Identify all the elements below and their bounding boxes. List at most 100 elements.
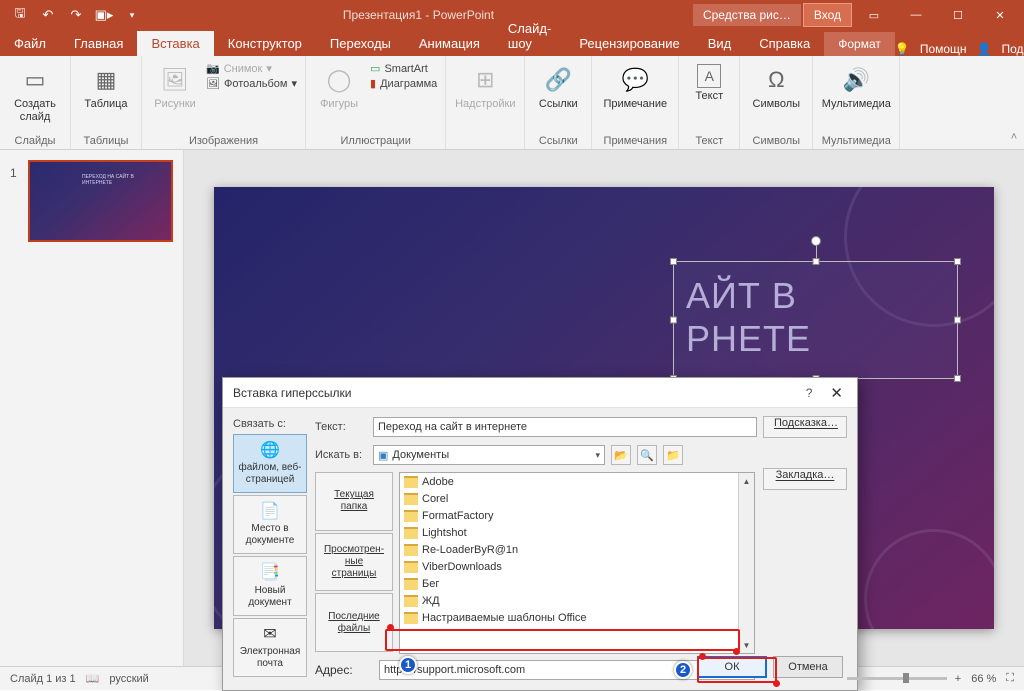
close-icon[interactable]: ✕ bbox=[980, 0, 1020, 30]
selected-textbox[interactable]: АЙТ В РНЕТЕ bbox=[673, 261, 958, 379]
comment-button[interactable]: 💬 Примечание bbox=[600, 60, 670, 111]
file-row[interactable]: ЖД bbox=[400, 592, 754, 609]
rotate-handle[interactable] bbox=[811, 236, 821, 246]
qat-dropdown-icon[interactable]: ▾ bbox=[120, 3, 144, 27]
resize-handle[interactable] bbox=[954, 375, 961, 382]
resize-handle[interactable] bbox=[812, 258, 819, 265]
zoom-in-icon[interactable]: + bbox=[955, 673, 961, 685]
pictures-button[interactable]: 🖼 Рисунки bbox=[150, 60, 200, 111]
bookmark-button[interactable]: Закладка… bbox=[763, 468, 847, 490]
maximize-icon[interactable]: ☐ bbox=[938, 0, 978, 30]
file-row[interactable]: Настраиваемые шаблоны Office bbox=[400, 609, 754, 626]
tab-slideshow[interactable]: Слайд-шоу bbox=[494, 16, 565, 56]
browse-tab-browsed[interactable]: Просмотрен- ные страницы bbox=[315, 533, 393, 592]
browse-tab-current[interactable]: Текущая папка bbox=[315, 472, 393, 531]
table-button[interactable]: ▦ Таблица bbox=[79, 60, 133, 111]
resize-handle[interactable] bbox=[670, 258, 677, 265]
scrollbar[interactable]: ▲ ▼ bbox=[738, 473, 754, 653]
group-slides: ▭ Создать слайд Слайды bbox=[0, 56, 71, 149]
file-row[interactable]: Re-LoaderByR@1n bbox=[400, 541, 754, 558]
dialog-close-icon[interactable]: ✕ bbox=[826, 384, 847, 402]
chevron-down-icon[interactable]: ▾ bbox=[595, 450, 600, 461]
file-row[interactable]: FormatFactory bbox=[400, 507, 754, 524]
dialog-titlebar[interactable]: Вставка гиперссылки ? ✕ bbox=[223, 378, 857, 408]
tab-animations[interactable]: Анимация bbox=[405, 31, 494, 56]
email-icon: ✉ bbox=[263, 625, 276, 644]
slide-thumbnail[interactable]: ПЕРЕХОД НА САЙТ В ИНТЕРНЕТЕ bbox=[28, 160, 173, 242]
photoalbum-item[interactable]: 🖼Фотоальбом ▾ bbox=[206, 77, 297, 90]
share-button[interactable]: Поделиться bbox=[1002, 42, 1024, 56]
ribbon-options-icon[interactable]: ▭ bbox=[854, 0, 894, 30]
zoom-level[interactable]: 66 % bbox=[971, 673, 996, 685]
zoom-knob[interactable] bbox=[903, 673, 909, 683]
file-row[interactable]: Adobe bbox=[400, 473, 754, 490]
tab-home[interactable]: Главная bbox=[60, 31, 137, 56]
login-button[interactable]: Вход bbox=[803, 3, 852, 27]
resize-handle[interactable] bbox=[954, 317, 961, 324]
tab-transitions[interactable]: Переходы bbox=[316, 31, 405, 56]
tab-review[interactable]: Рецензирование bbox=[565, 31, 693, 56]
file-list[interactable]: AdobeCorelFormatFactoryLightshotRe-Loade… bbox=[399, 472, 755, 654]
ribbon-collapse-icon[interactable]: ˄ bbox=[1004, 56, 1024, 149]
spellcheck-icon[interactable]: 📖 bbox=[86, 672, 100, 685]
tab-file[interactable]: Файл bbox=[0, 31, 60, 56]
contextual-tab[interactable]: Средства рис… bbox=[693, 4, 801, 26]
images-small-list: 📷Снимок ▾ 🖼Фотоальбом ▾ bbox=[206, 60, 297, 90]
scroll-down-icon[interactable]: ▼ bbox=[739, 637, 754, 653]
links-icon: 🔗 bbox=[542, 64, 574, 96]
addins-button[interactable]: ⊞ Надстройки bbox=[454, 60, 516, 111]
tab-help[interactable]: Справка bbox=[745, 31, 824, 56]
new-slide-button[interactable]: ▭ Создать слайд bbox=[8, 60, 62, 123]
scroll-up-icon[interactable]: ▲ bbox=[739, 473, 754, 489]
ok-button[interactable]: ОК bbox=[697, 656, 767, 678]
tab-design[interactable]: Конструктор bbox=[214, 31, 316, 56]
save-icon[interactable]: 🖫 bbox=[8, 3, 32, 27]
minimize-icon[interactable]: — bbox=[896, 0, 936, 30]
tab-insert[interactable]: Вставка bbox=[137, 31, 213, 56]
links-button[interactable]: 🔗 Ссылки bbox=[533, 60, 583, 111]
group-tables: ▦ Таблица Таблицы bbox=[71, 56, 142, 149]
file-row[interactable]: ViberDownloads bbox=[400, 558, 754, 575]
link-tab-email[interactable]: ✉ Электронная почта bbox=[233, 618, 307, 677]
file-row[interactable]: Бег bbox=[400, 575, 754, 592]
link-tab-new-doc[interactable]: 📑 Новый документ bbox=[233, 556, 307, 615]
shapes-button[interactable]: ◯ Фигуры bbox=[314, 60, 364, 111]
tell-me[interactable]: Помощн bbox=[920, 42, 967, 56]
browse-tab-recent[interactable]: Последние файлы bbox=[315, 593, 393, 652]
link-tab-existing[interactable]: 🌐 файлом, веб- страницей bbox=[233, 434, 307, 493]
group-comments-label: Примечания bbox=[600, 133, 670, 147]
thumbnail-pane[interactable]: 1 ПЕРЕХОД НА САЙТ В ИНТЕРНЕТЕ bbox=[0, 150, 184, 666]
redo-icon[interactable]: ↷ bbox=[64, 3, 88, 27]
screenshot-item[interactable]: 📷Снимок ▾ bbox=[206, 62, 297, 75]
start-from-beginning-icon[interactable]: ▣▸ bbox=[92, 3, 116, 27]
resize-handle[interactable] bbox=[954, 258, 961, 265]
file-row[interactable]: Lightshot bbox=[400, 524, 754, 541]
undo-icon[interactable]: ↶ bbox=[36, 3, 60, 27]
text-input[interactable]: Переход на сайт в интернете bbox=[373, 417, 757, 437]
media-button[interactable]: 🔊 Мультимедиа bbox=[821, 60, 891, 111]
fit-to-window-icon[interactable]: ⛶ bbox=[1006, 672, 1014, 685]
file-row[interactable]: Corel bbox=[400, 490, 754, 507]
symbols-button[interactable]: Ω Символы bbox=[748, 60, 804, 111]
look-in-combo[interactable]: ▣ Документы ▾ bbox=[373, 445, 605, 465]
browse-file-button[interactable]: 📁 bbox=[663, 445, 683, 465]
smartart-item[interactable]: ▭SmartArt bbox=[370, 62, 437, 75]
zoom-slider[interactable] bbox=[847, 677, 947, 680]
language[interactable]: русский bbox=[109, 673, 148, 685]
help-icon[interactable]: ? bbox=[806, 386, 813, 400]
link-tab-place[interactable]: 📄 Место в документе bbox=[233, 495, 307, 554]
screen-tip-button[interactable]: Подсказка… bbox=[763, 416, 847, 438]
tab-view[interactable]: Вид bbox=[694, 31, 746, 56]
tab-format[interactable]: Формат bbox=[824, 32, 895, 56]
group-symbols-label: Символы bbox=[748, 133, 804, 147]
up-folder-button[interactable]: 📂 bbox=[611, 445, 631, 465]
slide-count[interactable]: Слайд 1 из 1 bbox=[10, 673, 76, 685]
browse-web-button[interactable]: 🔍 bbox=[637, 445, 657, 465]
group-links: 🔗 Ссылки Ссылки bbox=[525, 56, 592, 149]
cancel-button[interactable]: Отмена bbox=[773, 656, 843, 678]
annotation-dot bbox=[773, 680, 780, 687]
resize-handle[interactable] bbox=[670, 317, 677, 324]
symbols-icon: Ω bbox=[760, 64, 792, 96]
chart-item[interactable]: ▮Диаграмма bbox=[370, 77, 437, 90]
text-button[interactable]: A Текст bbox=[687, 60, 731, 103]
